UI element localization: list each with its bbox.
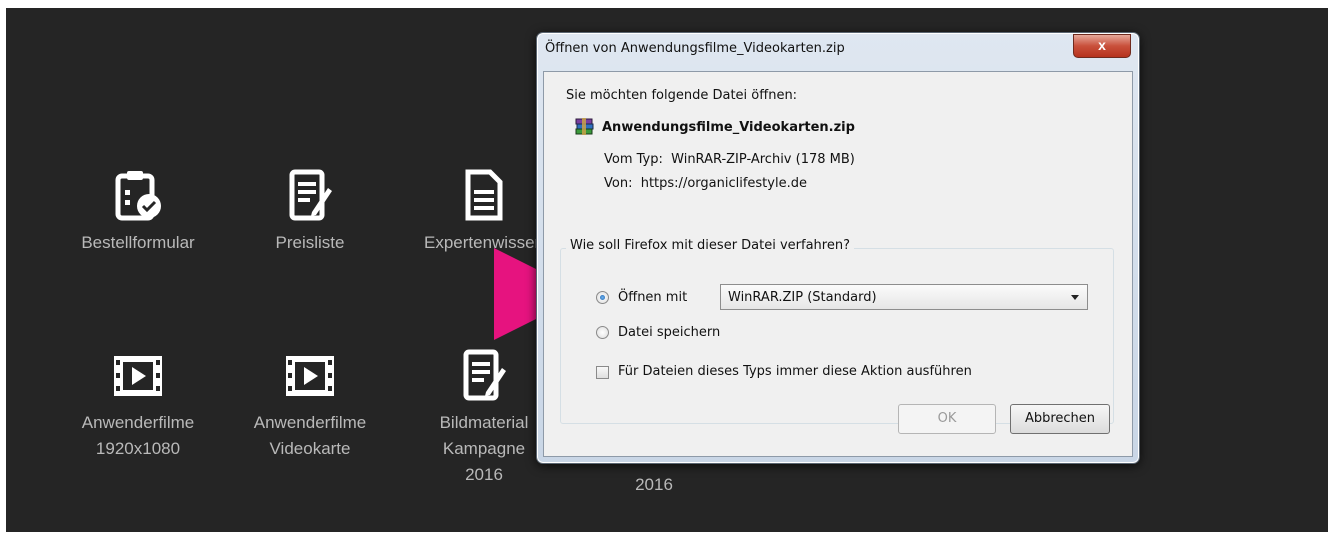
open-with-label[interactable]: Öffnen mit [618,290,687,305]
film-play-icon [286,356,334,396]
file-type: Vom Typ: WinRAR-ZIP-Archiv (178 MB) [604,152,855,167]
tile-label: Anwenderfilme Videokarte [253,413,367,458]
open-with-app-select[interactable]: WinRAR.ZIP (Standard) [720,284,1088,310]
clipboard-check-icon [115,171,161,221]
tile-label: Preisliste [275,233,345,252]
document-edit-icon [463,349,506,401]
select-value: WinRAR.ZIP (Standard) [728,290,877,305]
tile-anwenderfilme-videokarte[interactable]: Anwenderfilme Videokarte [240,348,380,462]
file-source: Von: https://organiclifestyle.de [604,176,807,191]
download-dialog: Öffnen von Anwendungsfilme_Videokarten.z… [536,32,1140,464]
dialog-client-area: Sie möchten folgende Datei öffnen: Anwen… [543,71,1133,457]
tile-label: Bestellformular [81,233,195,252]
always-do-checkbox[interactable] [596,366,609,379]
tile-label: Anwenderfilme 1920x1080 [81,413,195,458]
save-file-label[interactable]: Datei speichern [618,325,720,340]
tile-bestellformular[interactable]: Bestellformular [68,168,208,256]
tile-label: Bildmaterial Kampagne 2016 [439,413,529,484]
tile-bildmaterial[interactable]: Bildmaterial Kampagne 2016 [414,348,554,488]
save-file-radio[interactable] [596,326,609,339]
document-icon [465,169,503,221]
tile-preisliste[interactable]: Preisliste [240,168,380,256]
ok-button[interactable]: OK [898,404,996,434]
tile-expertenwissen[interactable]: Expertenwissen [414,168,554,256]
action-question: Wie soll Firefox mit dieser Datei verfah… [566,238,854,253]
cancel-button[interactable]: Abbrechen [1010,404,1110,434]
open-with-radio[interactable] [596,291,609,304]
film-play-icon [114,356,162,396]
intro-text: Sie möchten folgende Datei öffnen: [566,88,798,103]
tile-partial-2016[interactable]: 2016 [584,472,724,498]
tile-label: 2016 [635,475,673,494]
file-name: Anwendungsfilme_Videokarten.zip [602,120,855,135]
document-edit-icon [289,169,332,221]
dialog-title: Öffnen von Anwendungsfilme_Videokarten.z… [545,41,845,56]
always-do-label[interactable]: Für Dateien dieses Typs immer diese Akti… [618,364,972,379]
close-button[interactable]: x [1073,34,1131,58]
winrar-archive-icon [575,118,594,135]
tile-anwenderfilme-1920[interactable]: Anwenderfilme 1920x1080 [68,348,208,462]
chevron-down-icon[interactable] [1071,295,1079,300]
